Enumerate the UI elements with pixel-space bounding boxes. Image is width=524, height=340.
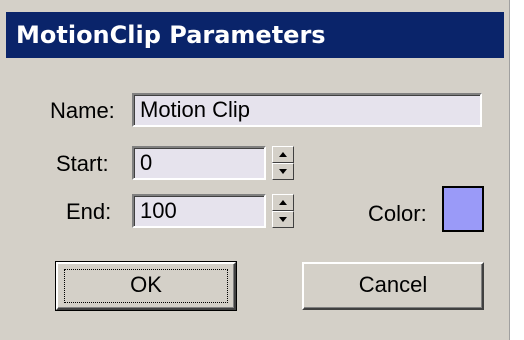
cancel-button[interactable]: Cancel: [302, 262, 484, 310]
dialog-title: MotionClip Parameters: [16, 21, 326, 49]
ok-button-label: OK: [130, 272, 162, 297]
spinner-up-icon: [279, 200, 287, 205]
end-field[interactable]: 100: [132, 194, 266, 228]
start-spinner-up-button[interactable]: [272, 146, 294, 163]
cancel-button-label: Cancel: [358, 272, 428, 297]
motionclip-dialog: MotionClip Parameters Name: Motion Clip …: [0, 0, 510, 340]
name-label: Name:: [50, 98, 115, 123]
color-label: Color:: [368, 201, 427, 226]
start-spinner-down-button[interactable]: [272, 163, 294, 180]
spinner-down-icon: [279, 169, 287, 174]
end-spinner-up-button[interactable]: [272, 194, 294, 211]
ok-button[interactable]: OK: [55, 261, 237, 311]
spinner-up-icon: [279, 152, 287, 157]
end-spinner-down-button[interactable]: [272, 211, 294, 228]
start-field[interactable]: 0: [132, 146, 266, 180]
name-field[interactable]: Motion Clip: [132, 93, 482, 127]
dialog-title-bar[interactable]: MotionClip Parameters: [6, 12, 504, 58]
color-swatch[interactable]: [442, 186, 484, 232]
spinner-down-icon: [279, 217, 287, 222]
start-spinner[interactable]: [272, 146, 294, 180]
end-spinner[interactable]: [272, 194, 294, 228]
end-label: End:: [66, 199, 112, 224]
start-label: Start:: [56, 151, 109, 176]
